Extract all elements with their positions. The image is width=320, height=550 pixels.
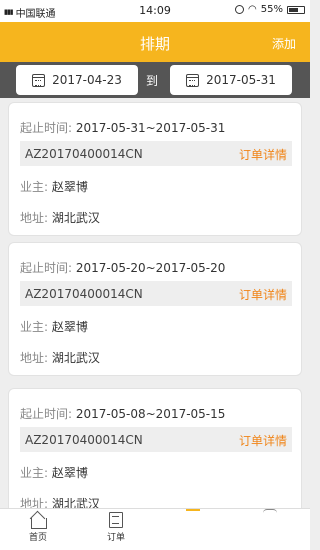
status-bar: ▮▮▮ 中国联通 14:09 ◠ 55% <box>0 0 310 22</box>
profile-nav-icon[interactable] <box>263 509 277 513</box>
calendar-icon <box>32 73 46 87</box>
time-label: 起止时间: <box>20 261 73 275</box>
order-number: AZ20170400014CN <box>25 433 143 447</box>
to-label: 到 <box>146 74 159 88</box>
address-row: 地址: 湖北武汉 <box>20 349 100 366</box>
battery-percent: 55% <box>260 4 283 15</box>
nav-orders-label: 订单 <box>106 533 125 543</box>
order-number: AZ20170400014CN <box>25 147 143 161</box>
address-label: 地址: <box>20 351 49 365</box>
time-range-value: 2017-05-20~2017-05-20 <box>75 261 226 275</box>
calendar-icon <box>186 73 200 87</box>
address-label: 地址: <box>20 497 49 508</box>
address-row: 地址: 湖北武汉 <box>20 209 100 226</box>
order-bar: AZ20170400014CN 订单详情 <box>20 141 292 166</box>
owner-row: 业主: 赵翠博 <box>20 318 88 335</box>
end-date-picker[interactable]: 2017-05-31 <box>170 65 292 95</box>
start-date-value: 2017-04-23 <box>52 73 122 87</box>
schedule-card[interactable]: 起止时间: 2017-05-08~2017-05-15 AZ2017040001… <box>8 388 302 508</box>
order-icon <box>109 512 123 528</box>
bottom-nav: 首页 订单 <box>0 508 310 550</box>
schedule-card[interactable]: 起止时间: 2017-05-20~2017-05-20 AZ2017040001… <box>8 242 302 376</box>
nav-orders[interactable]: 订单 <box>86 512 146 543</box>
app-header: 排期 添加 <box>0 22 310 62</box>
time-range-row: 起止时间: 2017-05-20~2017-05-20 <box>20 259 225 276</box>
owner-label: 业主: <box>20 466 49 480</box>
time-range-value: 2017-05-31~2017-05-31 <box>75 121 226 135</box>
owner-label: 业主: <box>20 320 49 334</box>
alarm-icon <box>235 5 245 14</box>
owner-value: 赵翠博 <box>51 320 88 334</box>
order-detail-link[interactable]: 订单详情 <box>239 146 287 163</box>
time-label: 起止时间: <box>20 121 73 135</box>
owner-value: 赵翠博 <box>51 466 88 480</box>
address-value: 湖北武汉 <box>51 211 100 225</box>
order-bar: AZ20170400014CN 订单详情 <box>20 427 292 452</box>
time-range-value: 2017-05-08~2017-05-15 <box>75 407 226 421</box>
order-number: AZ20170400014CN <box>25 287 143 301</box>
page-title: 排期 <box>139 35 170 53</box>
owner-label: 业主: <box>20 180 49 194</box>
home-icon <box>29 512 47 529</box>
schedule-nav-icon[interactable] <box>186 509 200 513</box>
order-detail-link[interactable]: 订单详情 <box>239 432 287 449</box>
time-range-row: 起止时间: 2017-05-08~2017-05-15 <box>20 405 225 422</box>
time-label: 起止时间: <box>20 407 73 421</box>
order-detail-link[interactable]: 订单详情 <box>239 286 287 303</box>
schedule-card[interactable]: 起止时间: 2017-05-31~2017-05-31 AZ2017040001… <box>8 102 302 236</box>
owner-row: 业主: 赵翠博 <box>20 464 88 481</box>
owner-row: 业主: 赵翠博 <box>20 178 88 195</box>
order-bar: AZ20170400014CN 订单详情 <box>20 281 292 306</box>
time-range-row: 起止时间: 2017-05-31~2017-05-31 <box>20 119 225 136</box>
start-date-picker[interactable]: 2017-04-23 <box>16 65 138 95</box>
end-date-value: 2017-05-31 <box>206 73 276 87</box>
owner-value: 赵翠博 <box>51 180 88 194</box>
battery-icon <box>287 5 305 14</box>
address-label: 地址: <box>20 211 49 225</box>
status-right: ◠ 55% <box>235 4 305 15</box>
nav-home[interactable]: 首页 <box>8 512 68 543</box>
schedule-list[interactable]: 起止时间: 2017-05-31~2017-05-31 AZ2017040001… <box>0 98 310 508</box>
address-value: 湖北武汉 <box>51 497 100 508</box>
nav-home-label: 首页 <box>28 533 47 543</box>
date-filter-bar: 2017-04-23 到 2017-05-31 <box>0 62 310 98</box>
wifi-icon: ◠ <box>248 4 257 15</box>
address-row: 地址: 湖北武汉 <box>20 495 100 508</box>
address-value: 湖北武汉 <box>51 351 100 365</box>
add-button[interactable]: 添加 <box>272 35 296 52</box>
